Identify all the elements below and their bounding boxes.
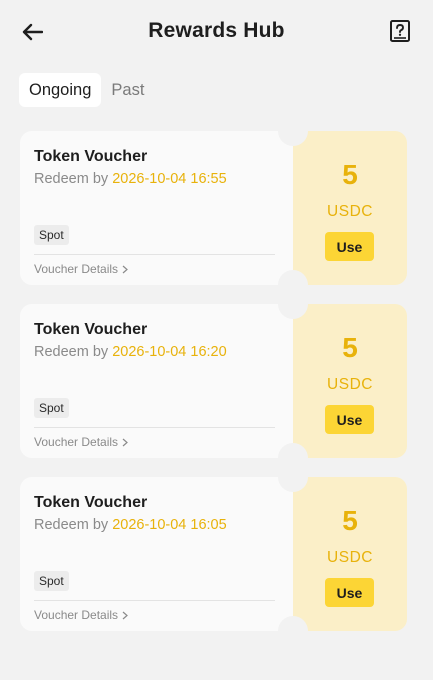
voucher-value-panel: 5 USDC Use bbox=[293, 131, 407, 285]
redeem-label: Redeem by bbox=[34, 171, 109, 187]
use-button[interactable]: Use bbox=[325, 578, 374, 607]
voucher-details-link[interactable]: Voucher Details bbox=[34, 435, 128, 449]
help-button[interactable] bbox=[389, 19, 413, 45]
tab-ongoing[interactable]: Ongoing bbox=[19, 73, 102, 107]
voucher-amount: 5 bbox=[342, 159, 358, 190]
chevron-right-icon bbox=[122, 438, 128, 446]
voucher-info: Token Voucher Redeem by 2026-10-04 16:20… bbox=[20, 304, 293, 458]
redeem-date: 2026-10-04 16:05 bbox=[112, 517, 227, 533]
voucher-details-label: Voucher Details bbox=[34, 262, 119, 276]
ticket-notch bbox=[278, 616, 308, 646]
voucher-details-label: Voucher Details bbox=[34, 608, 119, 622]
voucher-title: Token Voucher bbox=[34, 321, 148, 338]
voucher-tag: Spot bbox=[34, 398, 69, 418]
ticket-notch bbox=[278, 289, 308, 319]
divider bbox=[34, 600, 275, 601]
redeem-date: 2026-10-04 16:55 bbox=[112, 171, 227, 187]
voucher-unit: USDC bbox=[327, 549, 373, 566]
voucher-amount: 5 bbox=[342, 505, 358, 536]
use-button[interactable]: Use bbox=[325, 405, 374, 434]
voucher-title: Token Voucher bbox=[34, 148, 148, 165]
redeem-label: Redeem by bbox=[34, 344, 109, 360]
voucher-redeem-line: Redeem by 2026-10-04 16:20 bbox=[34, 344, 227, 360]
question-book-icon bbox=[390, 20, 410, 42]
voucher-redeem-line: Redeem by 2026-10-04 16:05 bbox=[34, 517, 227, 533]
chevron-right-icon bbox=[122, 611, 128, 619]
divider bbox=[34, 254, 275, 255]
voucher-info: Token Voucher Redeem by 2026-10-04 16:05… bbox=[20, 477, 293, 631]
ticket-notch bbox=[278, 462, 308, 492]
redeem-date: 2026-10-04 16:20 bbox=[112, 344, 227, 360]
ticket-notch bbox=[278, 116, 308, 146]
voucher-info: Token Voucher Redeem by 2026-10-04 16:55… bbox=[20, 131, 293, 285]
voucher-unit: USDC bbox=[327, 376, 373, 393]
header: Rewards Hub bbox=[0, 0, 433, 64]
voucher-card: Token Voucher Redeem by 2026-10-04 16:55… bbox=[20, 116, 407, 300]
voucher-card: Token Voucher Redeem by 2026-10-04 16:05… bbox=[20, 462, 407, 646]
voucher-card: Token Voucher Redeem by 2026-10-04 16:20… bbox=[20, 289, 407, 473]
chevron-right-icon bbox=[122, 265, 128, 273]
voucher-redeem-line: Redeem by 2026-10-04 16:55 bbox=[34, 171, 227, 187]
voucher-details-label: Voucher Details bbox=[34, 435, 119, 449]
voucher-details-link[interactable]: Voucher Details bbox=[34, 608, 128, 622]
use-button[interactable]: Use bbox=[325, 232, 374, 261]
voucher-unit: USDC bbox=[327, 203, 373, 220]
voucher-amount: 5 bbox=[342, 332, 358, 363]
voucher-tag: Spot bbox=[34, 571, 69, 591]
voucher-details-link[interactable]: Voucher Details bbox=[34, 262, 128, 276]
divider bbox=[34, 427, 275, 428]
redeem-label: Redeem by bbox=[34, 517, 109, 533]
voucher-value-panel: 5 USDC Use bbox=[293, 304, 407, 458]
tab-bar: Ongoing Past bbox=[19, 73, 154, 107]
voucher-title: Token Voucher bbox=[34, 494, 148, 511]
page-title: Rewards Hub bbox=[148, 19, 285, 42]
voucher-value-panel: 5 USDC Use bbox=[293, 477, 407, 631]
voucher-tag: Spot bbox=[34, 225, 69, 245]
tab-past[interactable]: Past bbox=[101, 73, 154, 107]
